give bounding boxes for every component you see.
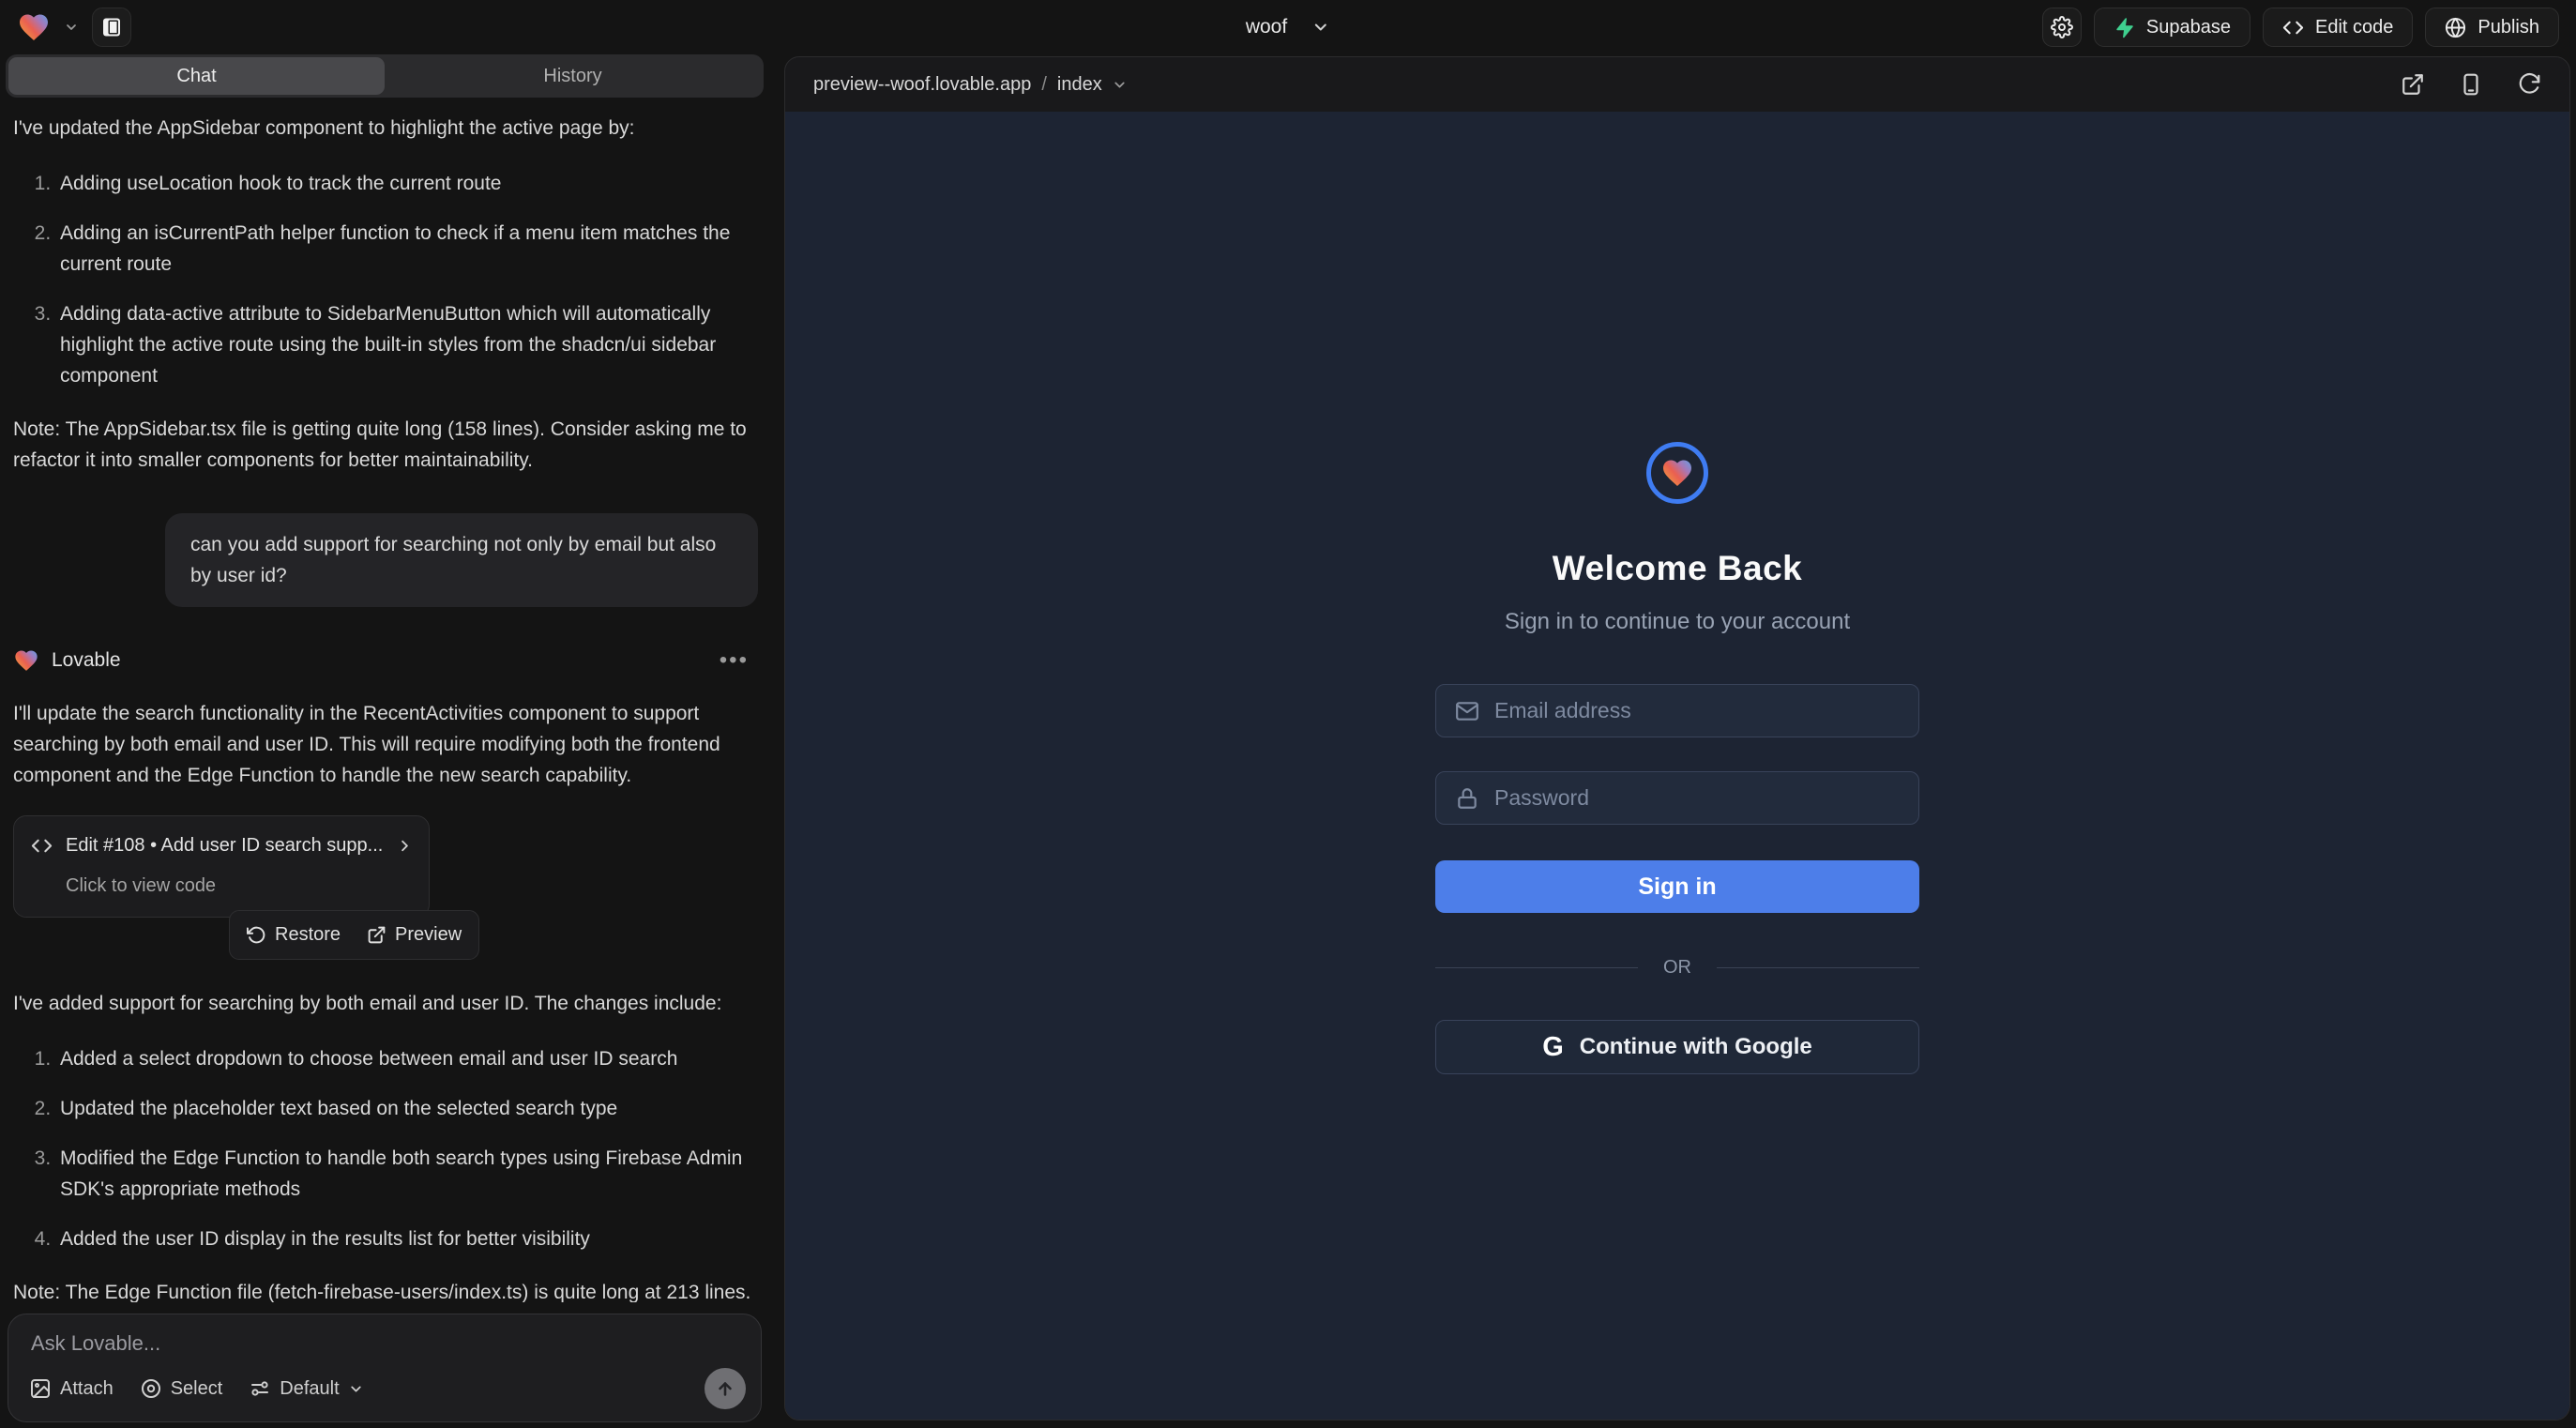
mail-icon [1455, 699, 1479, 723]
code-icon [2282, 17, 2304, 38]
attach-label: Attach [60, 1378, 114, 1400]
chat-messages[interactable]: I've updated the AppSidebar component to… [13, 113, 762, 1302]
edit-code-label: Edit code [2315, 17, 2393, 38]
list-item: Adding data-active attribute to SidebarM… [56, 298, 762, 391]
sidebar-toggle-button[interactable] [92, 8, 131, 47]
chevron-down-icon[interactable] [1112, 77, 1128, 93]
target-icon [140, 1377, 162, 1400]
chat-history-tabs: Chat History [6, 54, 764, 98]
assistant-header: Lovable ••• [13, 645, 762, 676]
ai-message-text: I've updated the AppSidebar component to… [13, 113, 762, 144]
signin-form: Sign in [1435, 684, 1919, 913]
edit-card-subtitle: Click to view code [66, 871, 412, 902]
code-icon [31, 835, 53, 857]
google-signin-label: Continue with Google [1580, 1034, 1812, 1060]
lovable-heart-icon[interactable] [17, 10, 51, 44]
page-subtitle: Sign in to continue to your account [1505, 609, 1850, 635]
restore-label: Restore [275, 919, 341, 950]
divider-line [1435, 967, 1638, 968]
divider-label: OR [1638, 957, 1717, 979]
smartphone-icon[interactable] [2459, 72, 2483, 97]
preview-url[interactable]: preview--woof.lovable.app [813, 74, 1031, 96]
refresh-icon[interactable] [2517, 72, 2541, 97]
chevron-down-icon[interactable] [1311, 18, 1330, 37]
google-signin-button[interactable]: G Continue with Google [1435, 1020, 1919, 1074]
sign-in-button[interactable]: Sign in [1435, 860, 1919, 913]
url-separator: / [1041, 74, 1047, 96]
preview-page-selector[interactable]: index [1057, 74, 1102, 96]
list-item: Added the user ID display in the results… [56, 1223, 762, 1254]
assistant-name: Lovable [52, 645, 121, 676]
open-in-new-tab-button[interactable] [2401, 72, 2425, 97]
list-item: Adding an isCurrentPath helper function … [56, 218, 762, 280]
user-message-bubble: can you add support for searching not on… [165, 513, 758, 607]
supabase-label: Supabase [2146, 17, 2231, 38]
edit-code-button[interactable]: Edit code [2263, 8, 2413, 47]
email-field[interactable] [1435, 684, 1919, 737]
ai-message-note: Note: The AppSidebar.tsx file is getting… [13, 414, 762, 476]
project-title: woof [1246, 16, 1287, 38]
divider-line [1717, 967, 1919, 968]
chevron-right-icon[interactable] [396, 837, 414, 855]
preview-button[interactable]: Preview [367, 919, 462, 950]
ai-message-list: Adding useLocation hook to track the cur… [13, 168, 762, 391]
preview-label: Preview [395, 919, 462, 950]
app-logo [1646, 442, 1708, 504]
password-field[interactable] [1435, 771, 1919, 825]
edit-card-title: Edit #108 • Add user ID search supp... [66, 830, 383, 861]
ai-message-list: Added a select dropdown to choose betwee… [13, 1043, 762, 1254]
sidebar-toggle-icon [100, 16, 123, 38]
version-actions-toolbar: Restore Preview [229, 910, 479, 960]
supabase-button[interactable]: Supabase [2094, 8, 2250, 47]
tab-chat[interactable]: Chat [8, 57, 385, 95]
select-label: Select [171, 1378, 223, 1400]
password-input[interactable] [1494, 785, 1900, 811]
lovable-heart-icon [13, 647, 39, 674]
chat-panel: Chat History I've updated the AppSidebar… [6, 54, 764, 1422]
list-item: Added a select dropdown to choose betwee… [56, 1043, 762, 1074]
external-link-icon [367, 925, 386, 945]
supabase-bolt-icon [2114, 17, 2135, 38]
preview-app-content: Welcome Back Sign in to continue to your… [785, 112, 2569, 1420]
settings-button[interactable] [2042, 8, 2082, 47]
gear-icon [2051, 16, 2073, 38]
list-item: Modified the Edge Function to handle bot… [56, 1143, 762, 1205]
composer: Attach Select Default [8, 1314, 762, 1422]
publish-label: Publish [2478, 17, 2539, 38]
or-divider: OR [1435, 957, 1919, 979]
page-title: Welcome Back [1553, 549, 1803, 588]
ellipsis-icon[interactable]: ••• [720, 645, 749, 676]
sliders-icon [249, 1377, 271, 1400]
ai-message-text: I'll update the search functionality in … [13, 698, 762, 791]
mode-selector[interactable]: Default [249, 1377, 363, 1400]
image-attach-icon [29, 1377, 52, 1400]
preview-urlbar: preview--woof.lovable.app / index [785, 57, 2569, 112]
chevron-down-icon[interactable] [64, 20, 79, 35]
chat-input[interactable] [31, 1331, 738, 1356]
mode-label: Default [280, 1378, 339, 1400]
send-button[interactable] [705, 1368, 746, 1409]
user-message-text: can you add support for searching not on… [190, 534, 716, 586]
email-input[interactable] [1494, 698, 1900, 723]
arrow-up-icon [715, 1378, 735, 1399]
chevron-down-icon [348, 1381, 364, 1397]
lock-icon [1455, 786, 1479, 811]
lovable-heart-icon [1660, 456, 1694, 490]
top-bar: woof Supabase Edit code Publish [0, 0, 2576, 54]
google-g-icon: G [1542, 1032, 1564, 1063]
list-item: Adding useLocation hook to track the cur… [56, 168, 762, 199]
tab-history[interactable]: History [385, 57, 761, 95]
ai-message-note: Note: The Edge Function file (fetch-fire… [13, 1277, 762, 1302]
list-item: Updated the placeholder text based on th… [56, 1093, 762, 1124]
edit-version-card[interactable]: Edit #108 • Add user ID search supp... C… [13, 815, 430, 918]
restore-button[interactable]: Restore [247, 919, 341, 950]
globe-icon [2445, 17, 2466, 38]
select-button[interactable]: Select [140, 1377, 223, 1400]
preview-pane: preview--woof.lovable.app / index Welcom… [784, 56, 2570, 1420]
ai-message-text: I've added support for searching by both… [13, 988, 762, 1019]
restore-icon [247, 925, 266, 945]
publish-button[interactable]: Publish [2425, 8, 2559, 47]
attach-button[interactable]: Attach [29, 1377, 114, 1400]
